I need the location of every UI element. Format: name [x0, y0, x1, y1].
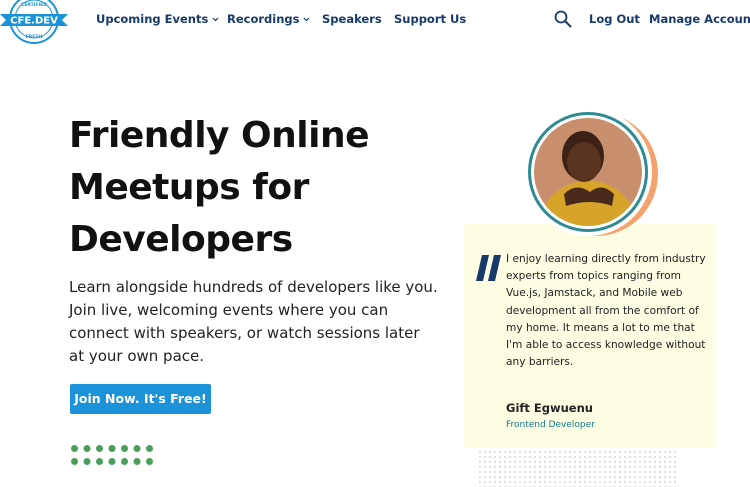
avatar [524, 108, 658, 236]
logo-text: CFE.DEV [10, 16, 58, 27]
decorative-dot-grid [71, 445, 153, 465]
logo-ring-top: CERTIFIED [21, 2, 47, 8]
nav-upcoming-events[interactable]: Upcoming Events [96, 12, 219, 26]
chevron-down-icon [212, 17, 219, 22]
nav-speakers[interactable]: Speakers [322, 12, 382, 26]
chevron-down-icon [304, 17, 310, 22]
hero-description: Learn alongside hundreds of developers l… [69, 278, 438, 365]
nav-support-us[interactable]: Support Us [394, 12, 466, 26]
logo-ring-bottom: FRESH [26, 34, 43, 40]
quote-mark-icon [476, 255, 501, 281]
cfe-dev-logo[interactable]: CFE.DEV CERTIFIED FRESH [0, 0, 68, 44]
search-icon[interactable] [554, 10, 572, 28]
nav-recordings-label: Recordings [227, 12, 300, 26]
testimonial-name: Gift Egwuenu [506, 401, 593, 415]
nav-support-us-label: Support Us [394, 12, 467, 26]
logout-link[interactable]: Log Out [589, 12, 640, 26]
site-header: CFE.DEV CERTIFIED FRESH Upcoming Events … [0, 0, 750, 44]
decorative-dot-pattern [478, 450, 678, 487]
hero-title: Friendly Online Meetups for Developers [69, 115, 370, 260]
manage-account-link[interactable]: Manage Account [649, 12, 750, 26]
nav-upcoming-events-label: Upcoming Events [96, 12, 209, 26]
nav-recordings[interactable]: Recordings [227, 12, 310, 26]
nav-speakers-label: Speakers [322, 12, 382, 26]
testimonial-role: Frontend Developer [506, 420, 595, 430]
testimonial-quote: I enjoy learning directly from industry … [506, 253, 706, 369]
join-now-button[interactable]: Join Now. It's Free! [70, 384, 211, 414]
